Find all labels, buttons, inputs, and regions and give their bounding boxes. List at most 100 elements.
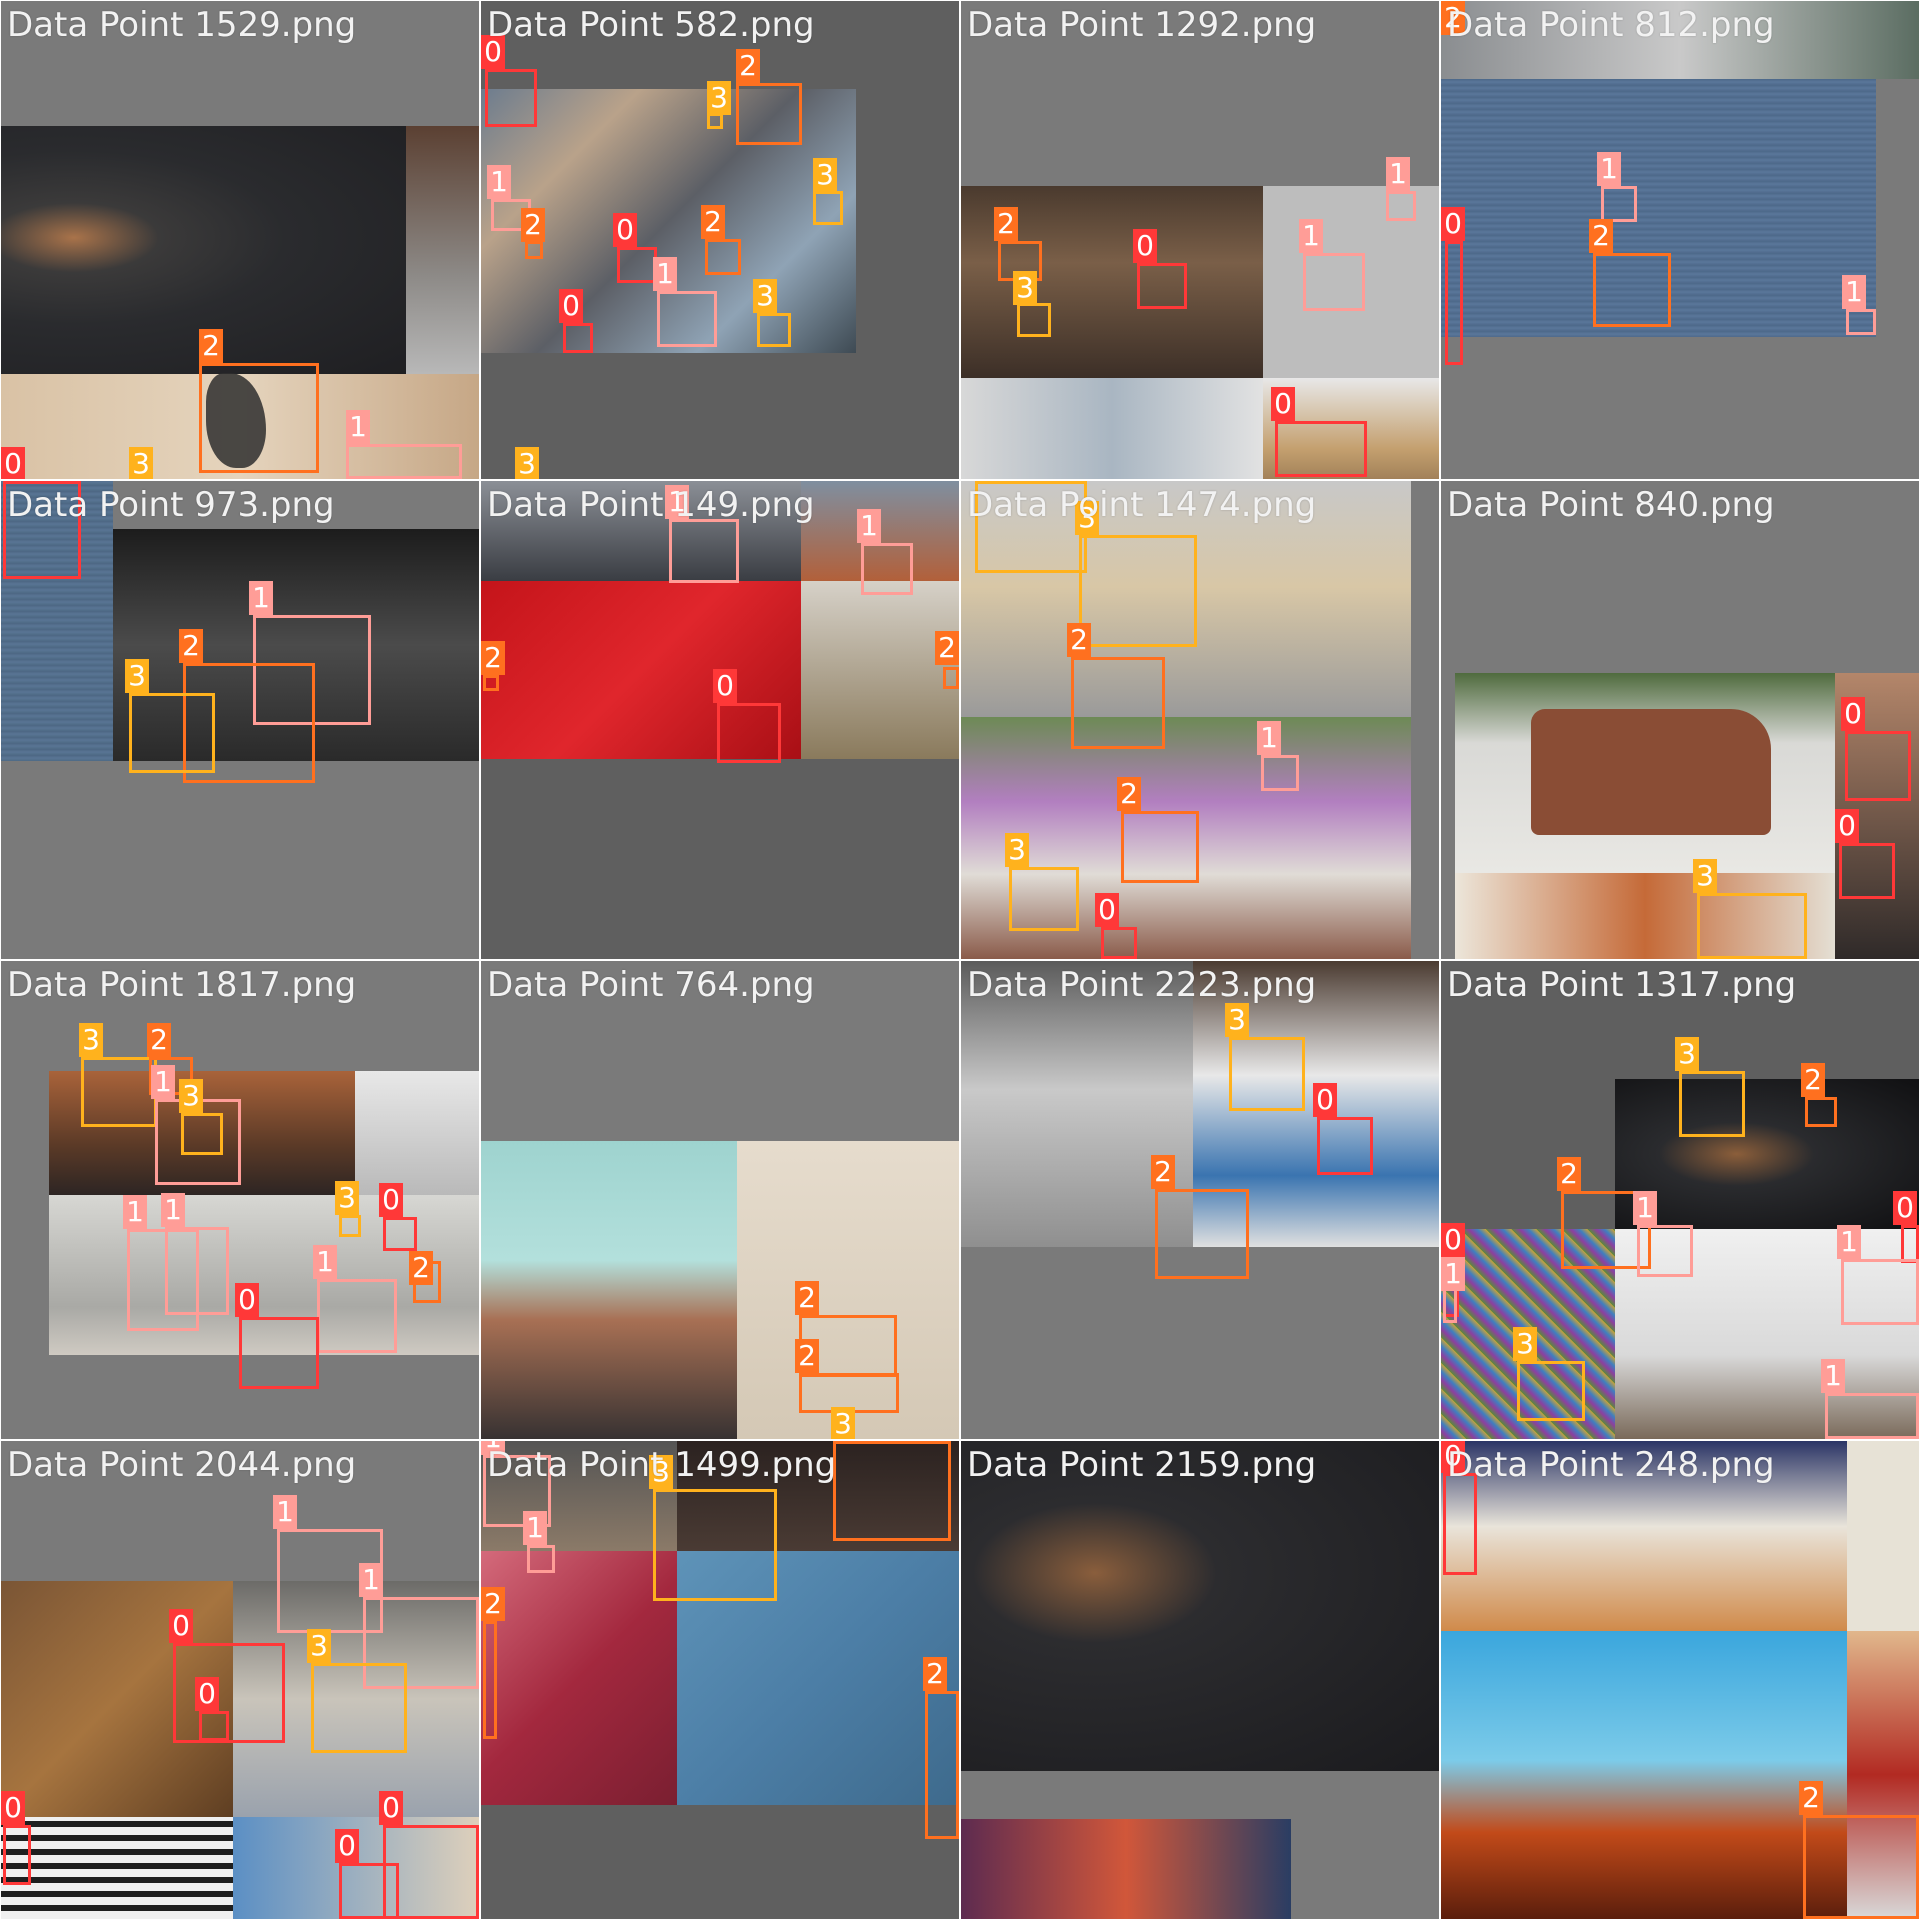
bbox-label: 0	[1893, 1191, 1917, 1225]
bbox	[1275, 421, 1367, 477]
tile-title: Data Point 1499.png	[487, 1445, 837, 1485]
bbox-label: 2	[1589, 219, 1613, 253]
bbox-label: 1	[359, 1563, 383, 1597]
bbox-label: 1	[857, 509, 881, 543]
bbox	[346, 444, 462, 479]
bbox	[657, 291, 717, 347]
bbox-label: 2	[1117, 777, 1141, 811]
bbox-label: 3	[1675, 1037, 1699, 1071]
tile-title: Data Point 1474.png	[967, 485, 1317, 525]
bbox-label: 0	[1313, 1083, 1337, 1117]
bbox	[1841, 1259, 1919, 1325]
mosaic-tile: Data Point 1474.png 3 2 1 2 3 0 3	[961, 481, 1439, 959]
rooftop-photo	[481, 1141, 737, 1439]
bbox-label: 0	[169, 1609, 193, 1643]
bbox-label: 1	[1441, 1257, 1465, 1291]
tile-title: Data Point 149.png	[487, 485, 815, 525]
bbox-label: 0	[379, 1791, 403, 1825]
bbox	[861, 543, 913, 595]
bbox-label: 1	[1821, 1359, 1845, 1393]
bbox-label: 0	[1133, 229, 1157, 263]
mosaic-tile: Data Point 1292.png 1 2 1 0 3 0	[961, 1, 1439, 479]
bbox-label: 3	[129, 447, 153, 479]
bbox-label: 0	[1, 1791, 25, 1825]
chair-seat	[1531, 709, 1771, 835]
bbox-label: 3	[79, 1023, 103, 1057]
bbox	[943, 667, 959, 689]
bbox-label: 2	[923, 1657, 947, 1691]
bbox-label: 0	[379, 1183, 403, 1217]
bbox	[1017, 303, 1051, 337]
bbox-label: 2	[994, 207, 1018, 241]
bbox	[339, 1215, 361, 1237]
bbox	[1443, 1473, 1477, 1575]
bbox	[833, 1441, 951, 1541]
bbox	[1593, 253, 1671, 327]
bbox-label: 1	[487, 165, 511, 199]
bbox-label: 3	[1513, 1327, 1537, 1361]
mosaic-tile: Data Point 812.png 2 1 0 2 1	[1441, 1, 1919, 479]
bbox-label: 1	[1386, 157, 1410, 191]
bbox-label: 3	[1693, 859, 1717, 893]
bbox-label: 1	[273, 1495, 297, 1529]
bbox-label: 0	[235, 1283, 259, 1317]
bbox	[1901, 1225, 1919, 1263]
bbox-label: 1	[1633, 1191, 1657, 1225]
bbox	[527, 1545, 555, 1573]
tile-title: Data Point 1317.png	[1447, 965, 1797, 1005]
bbox-label: 1	[1597, 152, 1621, 186]
bbox-label: 2	[199, 329, 223, 363]
bbox	[736, 83, 802, 145]
tile-title: Data Point 1529.png	[7, 5, 357, 45]
bbox	[1601, 186, 1637, 222]
bbox	[1637, 1225, 1693, 1277]
bbox-label: 3	[1013, 271, 1037, 305]
mosaic-tile: Data Point 1499.png 1 3 1 2 2	[481, 1441, 959, 1919]
bbox	[3, 1825, 31, 1885]
bbox	[707, 113, 723, 129]
bbox-label: 0	[559, 289, 583, 323]
bbox-label: 1	[249, 581, 273, 615]
mosaic-tile: Data Point 764.png 2 2 3	[481, 961, 959, 1439]
bbox-label: 0	[713, 669, 737, 703]
bbox	[1805, 1097, 1837, 1127]
bbox	[1386, 191, 1416, 221]
bbox-label: 2	[409, 1251, 433, 1285]
bbox-label: 2	[1799, 1781, 1823, 1815]
desert-mountain-photo	[1441, 1631, 1847, 1919]
bbox-label: 1	[653, 257, 677, 291]
bbox-label: 3	[753, 279, 777, 313]
lab-photo	[961, 378, 1263, 479]
bbox-label: 0	[1095, 893, 1119, 927]
bbox	[1846, 309, 1876, 335]
striped-photo	[1, 1817, 233, 1919]
bbox-label: 3	[179, 1079, 203, 1113]
mosaic-tile: Data Point 248.png 0 2	[1441, 1441, 1919, 1919]
bbox	[1839, 843, 1895, 899]
mosaic-tile: Data Point 1529.png 2 1 3 0	[1, 1, 479, 479]
bbox-label: 0	[195, 1677, 219, 1711]
bbox	[1101, 927, 1137, 959]
bbox	[1071, 657, 1165, 749]
bbox	[1445, 241, 1463, 365]
bbox	[81, 1057, 157, 1127]
bbox-label: 1	[1842, 275, 1866, 309]
bbox-label: 2	[481, 1587, 505, 1621]
mosaic-tile: Data Point 2159.png	[961, 1441, 1439, 1919]
mosaic-tile: Data Point 149.png 1 1 2 0 2	[481, 481, 959, 959]
workshop-photo	[801, 581, 959, 759]
bbox-label: 1	[1257, 721, 1281, 755]
mosaic-tile: Data Point 973.png 0 1 2 3	[1, 481, 479, 959]
bbox	[1261, 755, 1299, 791]
bbox	[1009, 867, 1079, 931]
tile-title: Data Point 2223.png	[967, 965, 1317, 1005]
bbox	[717, 703, 781, 763]
bbox	[485, 69, 537, 127]
mosaic-tile: Data Point 2044.png 1 1 0 0 3 0 0 0	[1, 1441, 479, 1919]
bbox-label: 3	[307, 1629, 331, 1663]
tile-title: Data Point 812.png	[1447, 5, 1775, 45]
tile-title: Data Point 582.png	[487, 5, 815, 45]
bbox-label: 0	[1271, 387, 1295, 421]
bbox-label: 1	[1299, 219, 1323, 253]
bbox-label: 3	[1005, 833, 1029, 867]
